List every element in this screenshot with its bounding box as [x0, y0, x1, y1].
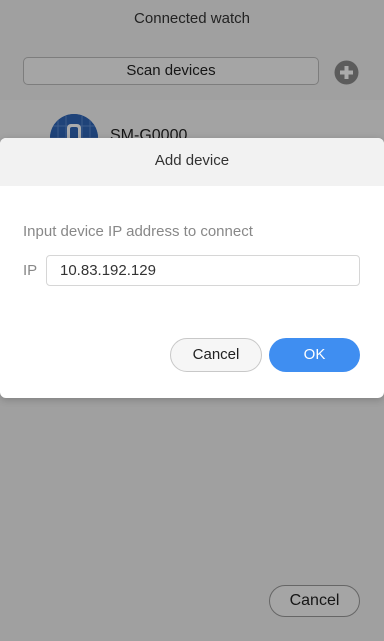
dialog-message: Input device IP address to connect — [23, 223, 253, 240]
add-device-dialog: Add device Input device IP address to co… — [0, 138, 384, 398]
ip-label: IP — [23, 262, 38, 279]
dialog-title: Add device — [0, 138, 384, 186]
dialog-ok-button[interactable]: OK — [269, 338, 360, 372]
ip-address-input[interactable] — [46, 255, 360, 286]
dialog-cancel-button[interactable]: Cancel — [170, 338, 262, 372]
